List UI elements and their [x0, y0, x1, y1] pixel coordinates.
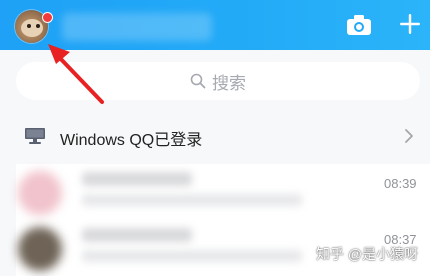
search-placeholder: 搜索: [212, 73, 246, 93]
chat-title-blurred: [82, 172, 192, 186]
avatar-face: [21, 19, 43, 37]
monitor-icon: [25, 128, 45, 144]
main-panel: 搜索 Windows QQ已登录 08:39 08:37: [0, 50, 430, 276]
blurred-username: [62, 13, 212, 41]
search-input[interactable]: 搜索: [16, 62, 420, 100]
watermark: 知乎 @是小猿呀: [316, 246, 419, 262]
top-bar: [0, 0, 430, 50]
chat-avatar: [18, 171, 62, 215]
notification-dot: [42, 12, 53, 23]
avatar-eye-left: [27, 24, 31, 28]
chat-time: 08:39: [384, 176, 417, 191]
device-login-label: Windows QQ已登录: [60, 132, 203, 149]
chat-list-item[interactable]: 08:39: [16, 164, 430, 220]
search-icon: [190, 73, 206, 89]
chat-title-blurred: [82, 228, 192, 242]
chat-preview-blurred: [82, 194, 302, 206]
camera-icon[interactable]: [346, 13, 372, 37]
chat-preview-blurred: [82, 250, 302, 262]
chat-avatar: [18, 227, 62, 271]
device-login-row[interactable]: Windows QQ已登录: [0, 116, 430, 156]
avatar-eye-right: [36, 24, 40, 28]
chevron-right-icon: [405, 129, 413, 143]
plus-icon[interactable]: [398, 12, 422, 36]
